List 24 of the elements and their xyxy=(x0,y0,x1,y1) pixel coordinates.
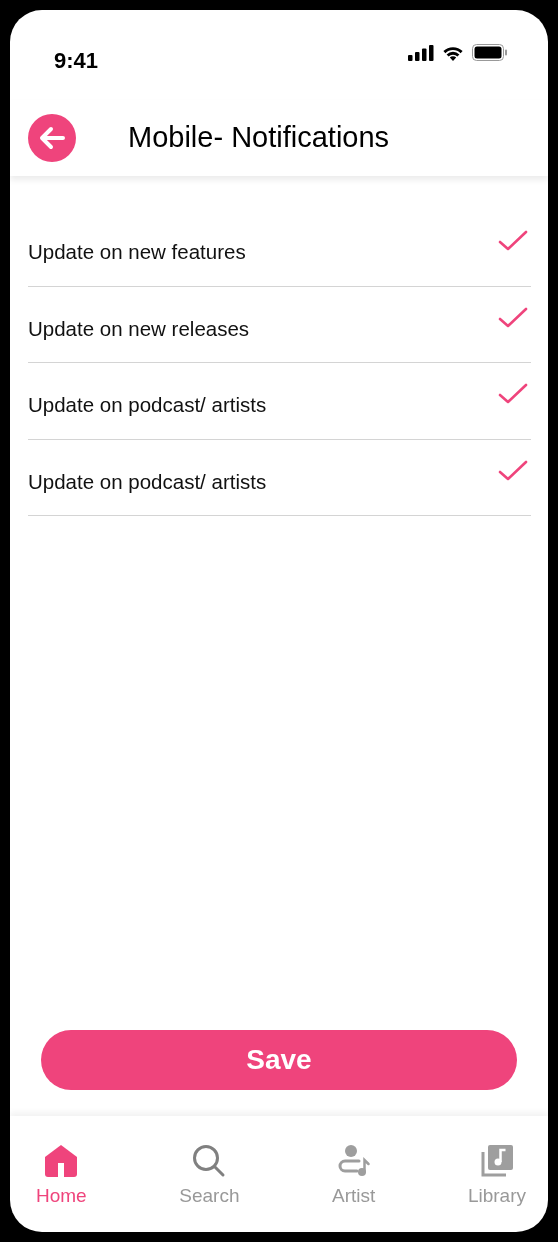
back-button[interactable] xyxy=(28,114,76,162)
back-arrow-icon xyxy=(39,126,65,150)
tab-button[interactable]: Search xyxy=(173,1116,246,1232)
checkmark-icon[interactable] xyxy=(498,306,528,329)
screen-title: Mobile- Notifications xyxy=(128,120,390,156)
option-label: Update on new features xyxy=(28,239,246,265)
option-label: Update on podcast/ artists xyxy=(28,468,267,495)
option-label: Update on new releases xyxy=(28,315,250,342)
tab-button[interactable]: Artist xyxy=(326,1116,382,1232)
save-button[interactable]: Save xyxy=(41,1030,517,1090)
checkmark-icon[interactable] xyxy=(498,230,528,252)
status-time: 9:41 xyxy=(54,47,99,75)
tab-button[interactable]: Home xyxy=(30,1116,93,1232)
search-icon xyxy=(192,1144,227,1178)
checkmark-icon[interactable] xyxy=(498,459,528,482)
library-icon xyxy=(479,1144,514,1178)
wifi-icon xyxy=(442,44,464,61)
signal-icon xyxy=(408,44,434,61)
battery-icon xyxy=(472,44,508,61)
tab-button[interactable]: Library xyxy=(461,1116,532,1232)
option-label: Update on podcast/ artists xyxy=(28,392,267,418)
home-icon xyxy=(44,1144,79,1178)
checkmark-icon[interactable] xyxy=(498,383,528,405)
artist-icon xyxy=(336,1144,371,1178)
